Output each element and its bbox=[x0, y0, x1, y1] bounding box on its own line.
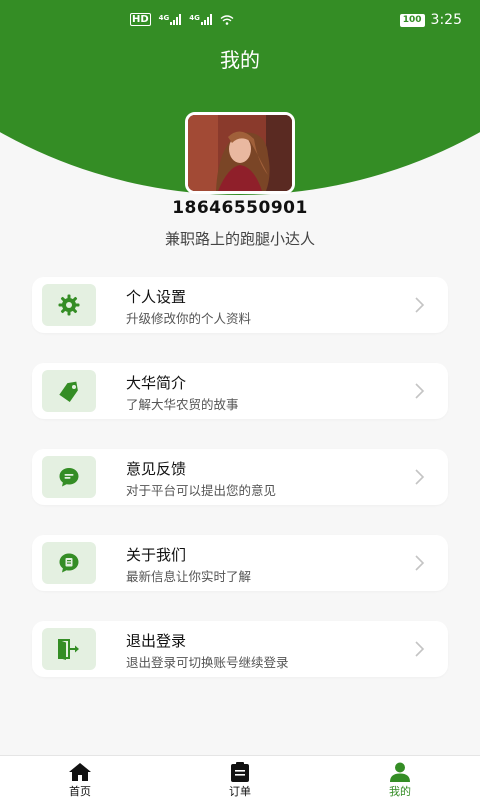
menu-item-title: 退出登录 bbox=[126, 632, 187, 650]
clock: 3:25 bbox=[430, 12, 462, 28]
menu-item-logout[interactable]: 退出登录 退出登录可切换账号继续登录 bbox=[32, 621, 448, 677]
menu-icon-box bbox=[42, 542, 96, 584]
status-bar: HD 4G 4G 100 3:25 bbox=[0, 0, 480, 40]
menu-item-title: 个人设置 bbox=[126, 288, 187, 306]
page-title: 我的 bbox=[220, 48, 260, 72]
menu-item-title: 关于我们 bbox=[126, 546, 187, 564]
menu-icon-box bbox=[42, 370, 96, 412]
clipboard-icon bbox=[231, 762, 249, 782]
menu-item-subtitle: 退出登录可切换账号继续登录 bbox=[126, 655, 289, 670]
menu-item-about-us[interactable]: 关于我们 最新信息让你实时了解 bbox=[32, 535, 448, 591]
status-right: 100 3:25 bbox=[399, 12, 462, 28]
network-1: 4G bbox=[159, 14, 182, 25]
home-icon bbox=[69, 763, 91, 781]
chevron-right-icon bbox=[415, 641, 425, 657]
tab-orders[interactable]: 订单 bbox=[160, 756, 320, 801]
chevron-right-icon bbox=[415, 469, 425, 485]
menu-item-about-dahua[interactable]: 大华简介 了解大华农贸的故事 bbox=[32, 363, 448, 419]
user-icon bbox=[390, 762, 410, 782]
tab-label: 订单 bbox=[229, 785, 251, 798]
info-bubble-icon bbox=[59, 553, 79, 573]
menu-item-title: 意见反馈 bbox=[126, 460, 187, 478]
gear-icon bbox=[58, 294, 80, 316]
menu-icon-box bbox=[42, 284, 96, 326]
menu-icon-box bbox=[42, 628, 96, 670]
avatar-photo bbox=[188, 115, 292, 191]
signal-icon bbox=[200, 14, 212, 25]
menu-item-subtitle: 升级修改你的个人资料 bbox=[126, 311, 252, 326]
tag-icon bbox=[59, 381, 78, 403]
menu-item-personal-settings[interactable]: 个人设置 升级修改你的个人资料 bbox=[32, 277, 448, 333]
logout-icon bbox=[58, 639, 79, 660]
menu-item-title: 大华简介 bbox=[126, 374, 187, 392]
chevron-right-icon bbox=[415, 297, 425, 313]
menu-item-subtitle: 最新信息让你实时了解 bbox=[126, 569, 252, 584]
network-2: 4G bbox=[189, 14, 212, 25]
chevron-right-icon bbox=[415, 555, 425, 571]
avatar[interactable] bbox=[185, 112, 295, 194]
chevron-right-icon bbox=[415, 383, 425, 399]
tab-label: 首页 bbox=[69, 785, 91, 798]
profile-bio: 兼职路上的跑腿小达人 bbox=[164, 230, 315, 248]
menu-item-subtitle: 对于平台可以提出您的意见 bbox=[126, 483, 277, 498]
menu-icon-box bbox=[42, 456, 96, 498]
phone-number: 18646550901 bbox=[172, 198, 308, 218]
bottom-tab-bar: 首页 订单 我的 bbox=[0, 755, 480, 801]
status-left: HD 4G 4G bbox=[130, 13, 234, 26]
menu-list: 个人设置 升级修改你的个人资料 大华简介 了解大华农贸的故事 意见反馈 对于平台… bbox=[32, 277, 448, 707]
chat-icon bbox=[59, 468, 79, 487]
tab-label: 我的 bbox=[389, 785, 411, 798]
tab-home[interactable]: 首页 bbox=[0, 756, 160, 801]
wifi-icon bbox=[220, 14, 234, 25]
menu-item-feedback[interactable]: 意见反馈 对于平台可以提出您的意见 bbox=[32, 449, 448, 505]
tab-mine[interactable]: 我的 bbox=[320, 756, 480, 801]
battery-icon: 100 bbox=[399, 13, 425, 27]
signal-icon bbox=[170, 14, 182, 25]
hd-badge: HD bbox=[130, 13, 151, 26]
menu-item-subtitle: 了解大华农贸的故事 bbox=[126, 397, 239, 412]
